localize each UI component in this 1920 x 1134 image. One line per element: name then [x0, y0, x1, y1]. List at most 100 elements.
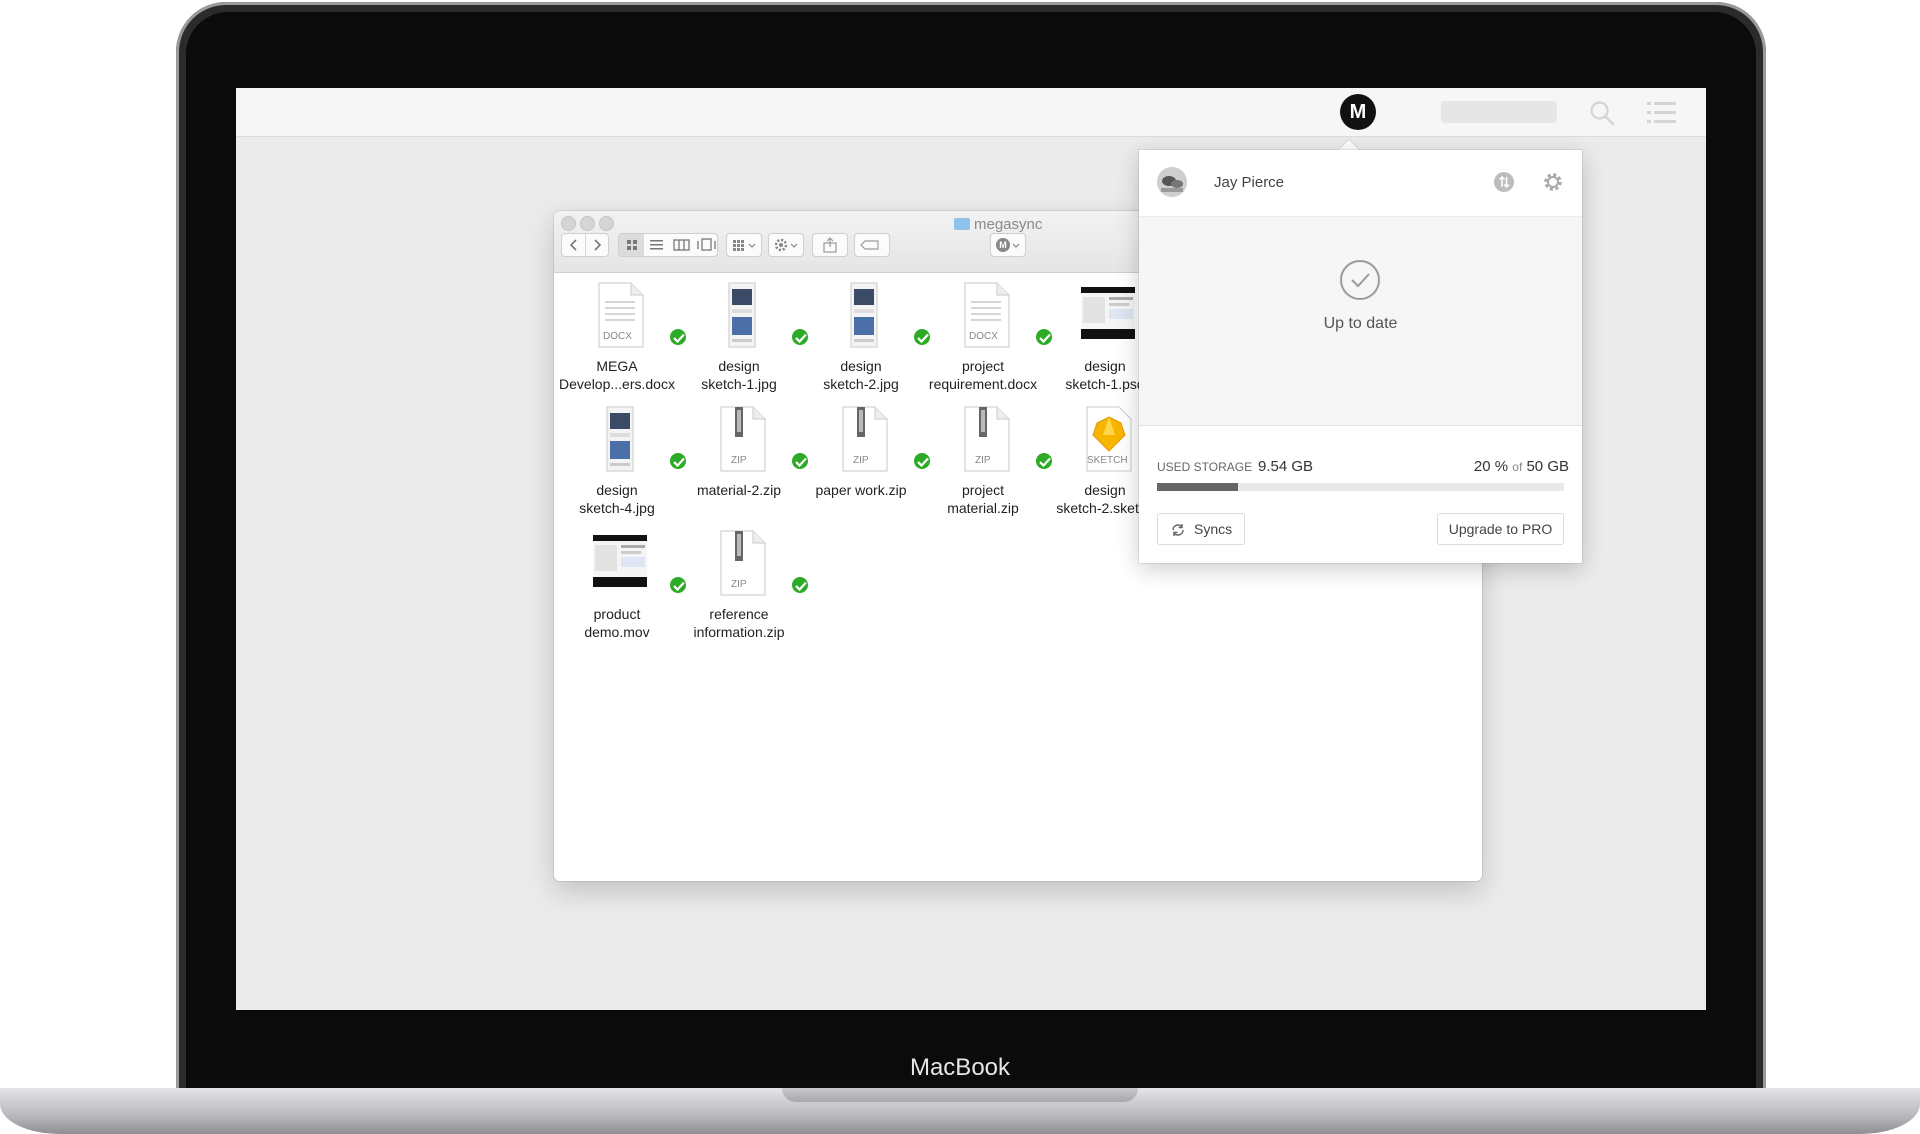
screen: M megasync M DOCX MEGA Develop...ers.doc…: [236, 88, 1706, 1010]
nav-buttons: [561, 233, 609, 257]
file-name: product demo.mov: [558, 605, 676, 641]
file-item[interactable]: design sketch-4.jpg: [558, 405, 688, 525]
file-icon: DOCX: [959, 281, 1054, 349]
column-view-icon[interactable]: [669, 234, 694, 256]
chevron-right-icon[interactable]: [585, 234, 609, 256]
file-icon: [585, 529, 688, 597]
gear-icon[interactable]: [768, 233, 804, 257]
file-name-line2: sketch-2.jpg: [823, 376, 899, 392]
file-name-line2: sketch-1.jpg: [701, 376, 777, 392]
file-type-label: DOCX: [603, 331, 632, 342]
image-file-icon: [850, 282, 878, 348]
file-name-line1: paper work.zip: [815, 482, 907, 498]
file-icon: ZIP: [715, 405, 810, 473]
gear-icon[interactable]: [1542, 171, 1564, 193]
file-type-label: DOCX: [969, 331, 998, 342]
file-type-label: SKETCH: [1087, 455, 1128, 466]
storage-bar-fill: [1157, 483, 1239, 491]
laptop-notch: [782, 1088, 1138, 1102]
file-name-line1: reference: [709, 606, 769, 622]
status-text: Up to date: [1323, 315, 1398, 332]
file-name-line2: requirement.docx: [928, 376, 1038, 392]
file-type-label: ZIP: [731, 455, 747, 466]
grid-arrange-icon[interactable]: [726, 233, 762, 257]
file-item[interactable]: ZIP paper work.zip: [802, 405, 932, 525]
zoom-button[interactable]: [599, 216, 614, 231]
mega-logo-icon[interactable]: M: [1340, 94, 1376, 130]
file-icon: ZIP: [959, 405, 1054, 473]
list-icon[interactable]: [1647, 100, 1677, 131]
file-name: design sketch-4.jpg: [558, 481, 676, 517]
file-type-label: ZIP: [731, 579, 747, 590]
file-type-label: ZIP: [853, 455, 869, 466]
file-name-line2: material.zip: [947, 500, 1019, 516]
file-name: design sketch-2.jpg: [802, 357, 920, 393]
file-name-line1: material-2.zip: [696, 482, 782, 498]
sync-icon: [1172, 524, 1184, 536]
file-name-line1: project: [961, 482, 1005, 498]
share-icon[interactable]: [812, 233, 848, 257]
file-icon: ZIP: [715, 529, 810, 597]
folder-icon: [954, 218, 970, 230]
file-icon: [593, 405, 688, 473]
syncs-button[interactable]: Syncs: [1157, 513, 1245, 545]
file-name-line1: product: [593, 606, 641, 622]
file-name-line2: demo.mov: [584, 624, 650, 640]
minimize-button[interactable]: [580, 216, 595, 231]
list-view-icon[interactable]: [644, 234, 669, 256]
storage-of: of: [1512, 460, 1523, 474]
file-name: paper work.zip: [802, 481, 920, 499]
device-brand: MacBook: [909, 1054, 1011, 1081]
file-icon: DOCX: [593, 281, 688, 349]
image-file-icon: [606, 406, 634, 472]
icon-view-icon[interactable]: [619, 234, 644, 256]
view-switcher: [618, 233, 718, 257]
file-name: reference information.zip: [680, 605, 798, 641]
file-name: project material.zip: [924, 481, 1042, 517]
tag-icon[interactable]: [854, 233, 890, 257]
transfer-arrows-icon[interactable]: [1494, 172, 1514, 192]
mega-menu-button[interactable]: M: [990, 233, 1026, 257]
chevron-left-icon[interactable]: [562, 234, 585, 256]
storage-percent: 20 %: [1473, 458, 1509, 475]
popup-header: Jay Pierce: [1139, 150, 1582, 216]
file-icon: [1073, 281, 1176, 349]
file-name-line1: MEGA: [596, 358, 638, 374]
file-name-line2: sketch-4.jpg: [579, 500, 655, 516]
video-file-icon: [585, 535, 655, 587]
file-item[interactable]: ZIP reference information.zip: [680, 529, 810, 649]
video-file-icon: [1073, 287, 1143, 339]
storage-total: 50 GB: [1526, 458, 1569, 475]
user-name: Jay Pierce: [1214, 174, 1285, 191]
sync-status-area: Up to date: [1139, 216, 1582, 426]
storage-bar: [1157, 483, 1564, 491]
mega-logo-icon: M: [996, 238, 1010, 252]
file-item[interactable]: ZIP material-2.zip: [680, 405, 810, 525]
file-name-line2: Develop...ers.docx: [559, 376, 675, 392]
file-name-line2: information.zip: [693, 624, 785, 640]
close-button[interactable]: [561, 216, 576, 231]
file-icon: SKETCH: [1081, 405, 1176, 473]
file-icon: ZIP: [837, 405, 932, 473]
file-icon: [837, 281, 932, 349]
upgrade-button[interactable]: Upgrade to PRO: [1437, 513, 1564, 545]
file-type-label: ZIP: [975, 455, 991, 466]
menu-bar-placeholder: [1441, 101, 1557, 123]
window-title-text: megasync: [974, 216, 1043, 233]
file-item[interactable]: DOCX project requirement.docx: [924, 281, 1054, 401]
file-item[interactable]: ZIP project material.zip: [924, 405, 1054, 525]
check-circle-icon: [1339, 259, 1381, 301]
file-name-line1: design: [840, 358, 882, 374]
search-icon[interactable]: [1589, 100, 1615, 131]
file-icon: [715, 281, 810, 349]
file-item[interactable]: design sketch-1.jpg: [680, 281, 810, 401]
file-item[interactable]: product demo.mov: [558, 529, 688, 649]
file-item[interactable]: DOCX MEGA Develop...ers.docx: [558, 281, 688, 401]
avatar[interactable]: [1157, 167, 1187, 197]
file-item[interactable]: design sketch-2.jpg: [802, 281, 932, 401]
cover-flow-icon[interactable]: [694, 234, 717, 256]
file-name: MEGA Develop...ers.docx: [558, 357, 676, 393]
file-name-line1: design: [596, 482, 638, 498]
file-name-line1: project: [961, 358, 1005, 374]
storage-summary: 20 % of 50 GB: [1461, 458, 1569, 475]
